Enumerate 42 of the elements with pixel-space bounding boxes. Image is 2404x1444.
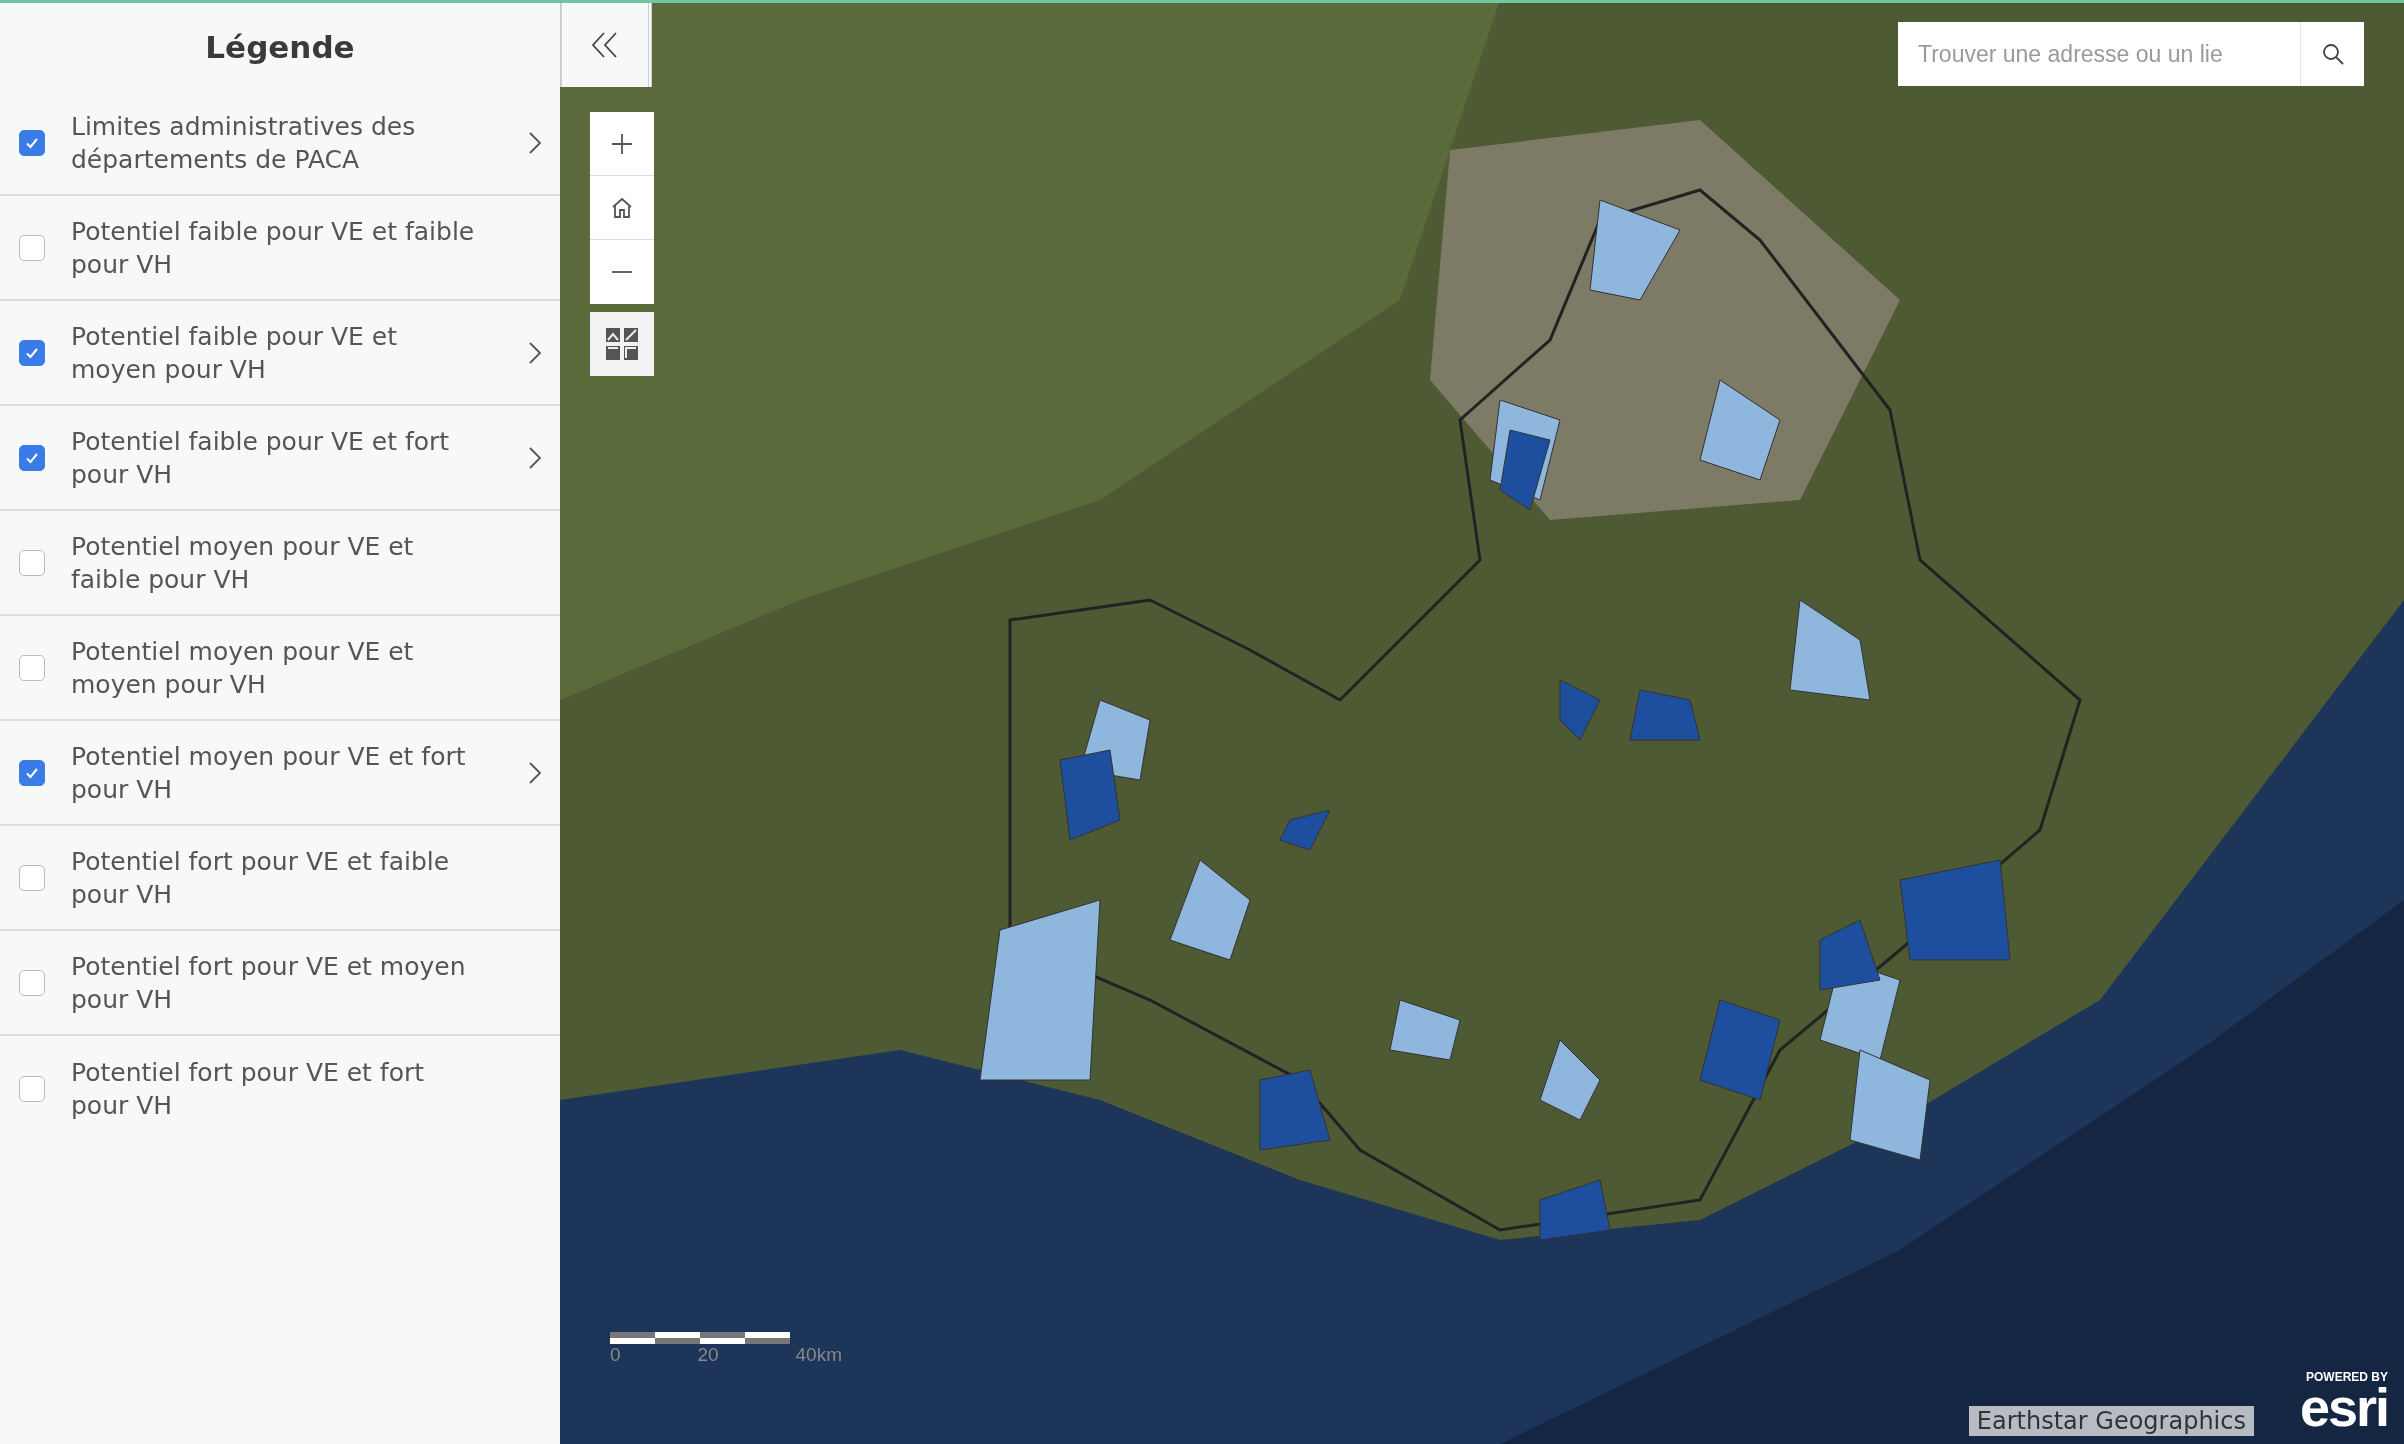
legend-title: Légende	[204, 28, 356, 67]
layer-label: Potentiel fort pour VE et fort pour VH	[71, 1056, 426, 1122]
layer-checkbox[interactable]	[19, 234, 45, 261]
layer-label: Potentiel fort pour VE et moyen pour VH	[71, 950, 467, 1016]
chevron-right-icon[interactable]	[528, 760, 542, 785]
logo-wordmark: esri	[2299, 1384, 2388, 1430]
layer-label: Potentiel faible pour VE et moyen pour VH	[71, 320, 398, 386]
layer-label: Potentiel moyen pour VE et moyen pour VH	[71, 635, 415, 701]
layer-checkbox[interactable]	[19, 864, 45, 891]
scale-label: 20	[697, 1344, 719, 1366]
layer-checkbox[interactable]	[19, 969, 45, 996]
layer-checkbox[interactable]	[19, 759, 45, 786]
plus-icon	[610, 131, 634, 156]
satellite-map[interactable]: Trouver une adresse ou un lie 0 20 40km Earthstar Geographics POWERED BY esri	[560, 0, 2404, 1444]
layer-label: Potentiel fort pour VE et faible pour VH	[71, 845, 451, 911]
layer-item[interactable]: Potentiel fort pour VE et fort pour VH	[0, 1036, 560, 1141]
logo-caption: POWERED BY	[2306, 1370, 2388, 1384]
layer-label: Potentiel faible pour VE et fort pour VH	[71, 425, 451, 491]
layer-checkbox[interactable]	[19, 1075, 45, 1102]
double-chevron-left-icon	[590, 30, 620, 60]
attribution-text: Earthstar Geographics	[1968, 1406, 2254, 1436]
layer-checkbox[interactable]	[19, 549, 45, 576]
minus-icon	[610, 271, 634, 273]
search-field[interactable]: Trouver une adresse ou un lie	[1898, 22, 2300, 86]
layer-checkbox[interactable]	[19, 129, 45, 156]
layer-checkbox[interactable]	[19, 339, 45, 366]
basemap-grid-icon	[604, 326, 640, 362]
search-button[interactable]	[2300, 22, 2364, 86]
chevron-right-icon[interactable]	[528, 445, 542, 470]
chevron-right-icon[interactable]	[528, 340, 542, 365]
scale-label: 0	[610, 1344, 621, 1366]
search-icon	[2320, 42, 2345, 66]
layer-label: Potentiel faible pour VE et faible pour VH	[71, 215, 476, 281]
layer-label: Potentiel moyen pour VE et faible pour VH	[71, 530, 415, 596]
layer-label: Limites administratives des départements de PACA	[71, 110, 417, 176]
layer-label: Potentiel moyen pour VE et fort pour VH	[71, 740, 467, 806]
layer-checkbox[interactable]	[19, 654, 45, 681]
scale-label: 40km	[795, 1344, 842, 1366]
layer-checkbox[interactable]	[19, 444, 45, 471]
chevron-right-icon[interactable]	[528, 130, 542, 155]
home-icon	[610, 195, 634, 220]
basemap-gallery-button[interactable]	[590, 312, 654, 376]
